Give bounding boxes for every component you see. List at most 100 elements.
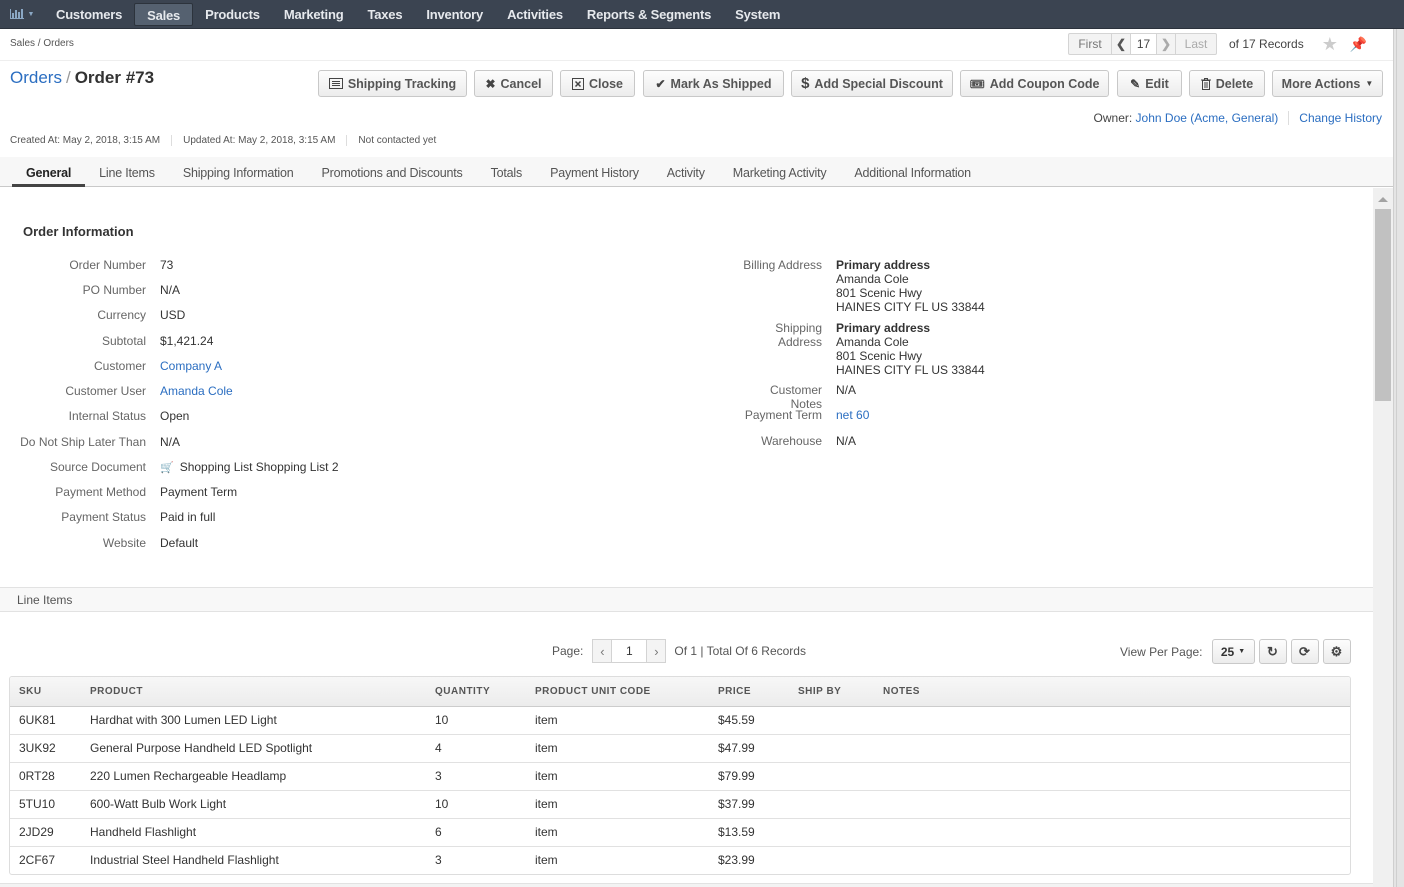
grid-header-row: SKU PRODUCT QUANTITY PRODUCT UNIT CODE P…: [10, 677, 1350, 707]
next-page-button[interactable]: ›: [646, 639, 667, 663]
grid-settings-button[interactable]: ⚙: [1322, 639, 1351, 664]
last-record-button[interactable]: Last: [1175, 33, 1217, 55]
column-header-product[interactable]: PRODUCT: [90, 677, 435, 707]
customer-user-link[interactable]: Amanda Cole: [160, 384, 233, 398]
line-items-section-title: Line Items: [0, 587, 1373, 612]
cell-notes: [883, 734, 1350, 763]
chevron-left-icon: ❮: [1115, 37, 1127, 51]
first-record-button[interactable]: First: [1068, 33, 1112, 55]
tab-marketing-activity[interactable]: Marketing Activity: [719, 157, 841, 187]
column-header-price[interactable]: PRICE: [718, 677, 798, 707]
cell-product: Handheld Flashlight: [90, 818, 435, 847]
field-payment-term: Payment Term net 60: [744, 408, 870, 422]
tab-totals[interactable]: Totals: [477, 157, 536, 187]
prev-record-button[interactable]: ❮: [1111, 33, 1131, 55]
owner-link[interactable]: John Doe (Acme, General): [1136, 111, 1279, 125]
delete-button[interactable]: Delete: [1189, 70, 1265, 97]
change-history-link[interactable]: Change History: [1299, 111, 1382, 125]
add-coupon-code-button[interactable]: 🎟 Add Coupon Code: [960, 70, 1109, 97]
add-special-discount-button[interactable]: $ Add Special Discount: [791, 70, 953, 97]
column-header-notes[interactable]: NOTES: [883, 677, 1350, 707]
view-per-page: View Per Page: 25 ▼ ↻ ⟳ ⚙: [1120, 639, 1351, 664]
cancel-button[interactable]: ✖ Cancel: [474, 70, 553, 97]
tab-shipping-information[interactable]: Shipping Information: [169, 157, 308, 187]
tab-line-items[interactable]: Line Items: [85, 157, 169, 187]
record-total: of 17 Records: [1229, 37, 1304, 51]
cell-price: $37.99: [718, 790, 798, 819]
column-header-sku[interactable]: SKU: [10, 677, 90, 707]
cell-notes: [883, 846, 1350, 874]
record-number[interactable]: 17: [1130, 33, 1157, 55]
content-scrollbar[interactable]: [1373, 188, 1393, 887]
nav-system[interactable]: System: [723, 3, 792, 26]
scroll-up-arrow-icon[interactable]: [1378, 197, 1388, 202]
nav-taxes[interactable]: Taxes: [355, 3, 414, 26]
nav-inventory[interactable]: Inventory: [414, 3, 495, 26]
pin-icon[interactable]: 📌: [1350, 36, 1367, 53]
record-meta: Created At: May 2, 2018, 3:15 AM Updated…: [10, 135, 458, 146]
payment-term-link[interactable]: net 60: [836, 408, 869, 422]
mark-as-shipped-button[interactable]: ✔ Mark As Shipped: [643, 70, 784, 97]
nav-products[interactable]: Products: [193, 3, 272, 26]
field-payment-method: Payment Method Payment Term: [55, 485, 238, 499]
refresh-button[interactable]: ↻: [1258, 639, 1287, 664]
nav-sales[interactable]: Sales: [134, 2, 194, 26]
cell-unit-code: item: [535, 853, 558, 868]
page-size-select[interactable]: 25 ▼: [1211, 639, 1255, 664]
reset-button[interactable]: ⟳: [1290, 639, 1319, 664]
line-items-grid: SKU PRODUCT QUANTITY PRODUCT UNIT CODE P…: [9, 676, 1351, 875]
table-row[interactable]: 6UK81 Hardhat with 300 Lumen LED Light 10 i…: [10, 706, 1350, 735]
orders-link[interactable]: Orders: [10, 68, 62, 87]
pencil-icon: ✎: [1130, 76, 1141, 91]
chevron-left-icon: ‹: [600, 643, 605, 659]
field-customer-notes: Customer Notes N/A: [769, 383, 857, 411]
dollar-icon: $: [801, 75, 810, 92]
close-icon: ✖: [485, 76, 496, 91]
cell-notes: [883, 762, 1350, 791]
page-input[interactable]: 1: [611, 639, 648, 663]
nav-marketing[interactable]: Marketing: [272, 3, 356, 26]
column-header-ship-by[interactable]: SHIP BY: [798, 677, 883, 707]
table-row[interactable]: 0RT28 220 Lumen Rechargeable Headlamp 3 ite…: [10, 762, 1350, 791]
table-row[interactable]: 2CF67 Industrial Steel Handheld Flashligh…: [10, 846, 1350, 874]
tab-additional-information[interactable]: Additional Information: [840, 157, 985, 187]
created-at: Created At: May 2, 2018, 3:15 AM: [10, 135, 173, 146]
field-billing-address: Billing Address Primary address Amanda C…: [743, 258, 985, 314]
cell-ship-by: [798, 818, 883, 847]
table-row[interactable]: 3UK92 General Purpose Handheld LED Spotli…: [10, 734, 1350, 763]
list-icon: [328, 78, 343, 89]
edit-button[interactable]: ✎ Edit: [1117, 70, 1182, 97]
page-scrollbar[interactable]: [1393, 29, 1404, 887]
scroll-thumb[interactable]: [1375, 209, 1391, 401]
cell-ship-by: [798, 706, 883, 735]
column-header-quantity[interactable]: QUANTITY: [435, 677, 535, 707]
table-row[interactable]: 5TU10 600-Watt Bulb Work Light 10 item $37.9…: [10, 790, 1350, 819]
prev-page-button[interactable]: ‹: [592, 639, 613, 663]
caret-down-icon: ▼: [1238, 648, 1246, 655]
next-record-button[interactable]: ❯: [1156, 33, 1176, 55]
close-button[interactable]: Close: [560, 70, 635, 97]
table-row[interactable]: 2JD29 Handheld Flashlight 6 item $13.59: [10, 818, 1350, 847]
column-header-product-unit-code[interactable]: PRODUCT UNIT CODE: [535, 677, 718, 707]
shipping-tracking-button[interactable]: Shipping Tracking: [318, 70, 467, 97]
tab-payment-history[interactable]: Payment History: [536, 157, 653, 187]
chevron-right-icon: ›: [654, 643, 659, 659]
tab-general[interactable]: General: [12, 157, 86, 187]
nav-customers[interactable]: Customers: [44, 3, 134, 26]
star-icon[interactable]: ★: [1322, 34, 1338, 55]
nav-reports-segments[interactable]: Reports & Segments: [575, 3, 723, 26]
tab-promotions-discounts[interactable]: Promotions and Discounts: [307, 157, 476, 187]
cell-product: 600-Watt Bulb Work Light: [90, 790, 435, 819]
cell-quantity: 4: [435, 734, 535, 763]
cell-product: Hardhat with 300 Lumen LED Light: [90, 706, 435, 735]
nav-activities[interactable]: Activities: [495, 3, 575, 26]
tab-activity[interactable]: Activity: [653, 157, 719, 187]
field-customer-user: Customer User Amanda Cole: [65, 384, 233, 398]
dashboard-menu[interactable]: ▼: [0, 0, 44, 29]
cell-price: $23.99: [718, 853, 755, 868]
updated-at: Updated At: May 2, 2018, 3:15 AM: [183, 135, 348, 146]
cell-unit-code: item: [535, 818, 718, 847]
customer-link[interactable]: Company A: [160, 359, 222, 373]
more-actions-button[interactable]: More Actions ▼: [1272, 70, 1383, 97]
cell-sku: 6UK81: [10, 706, 90, 735]
